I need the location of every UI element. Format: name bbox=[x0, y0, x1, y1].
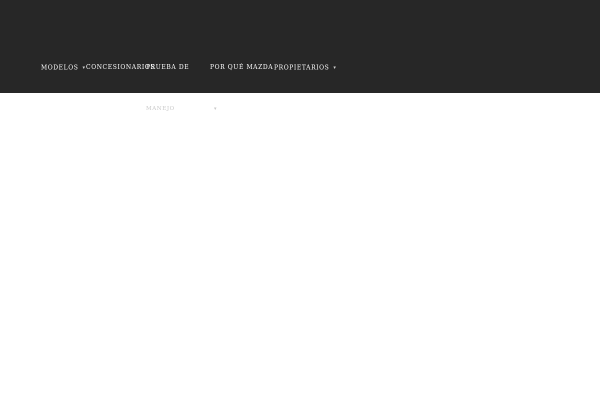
nav-item-concesionarios[interactable]: Concesionarios bbox=[86, 63, 155, 73]
site-header: Modelos ▾ Concesionarios Prueba de Por qu… bbox=[0, 0, 600, 93]
nav-item-overflow-label[interactable]: Manejo bbox=[146, 106, 175, 112]
nav-item-prueba-de-manejo[interactable]: Prueba de bbox=[146, 63, 189, 73]
nav-item-propietarios[interactable]: Propietarios ▾ bbox=[274, 63, 337, 73]
chevron-down-icon: ▾ bbox=[214, 106, 217, 112]
nav-item-por-que-mazda[interactable]: Por qué Mazda bbox=[210, 63, 273, 73]
nav-item-label: Prueba de bbox=[146, 64, 190, 71]
nav-item-label: Por qué Mazda bbox=[210, 64, 274, 71]
nav-item-modelos[interactable]: Modelos ▾ bbox=[41, 63, 86, 73]
nav-item-label: Concesionarios bbox=[86, 64, 156, 71]
chevron-down-icon: ▾ bbox=[333, 65, 337, 71]
nav-item-label: Propietarios bbox=[274, 64, 330, 72]
main-nav: Modelos ▾ Concesionarios Prueba de Por qu… bbox=[0, 0, 600, 93]
nav-item-label: Modelos bbox=[41, 64, 79, 72]
